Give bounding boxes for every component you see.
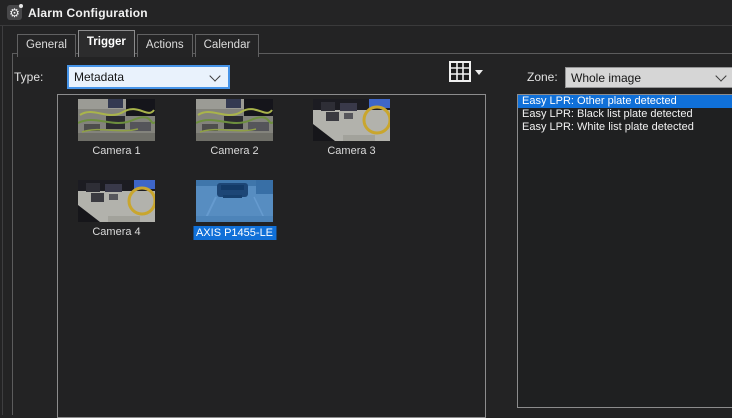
- thumbnail-view-button[interactable]: [449, 59, 486, 83]
- chevron-down-icon: [715, 70, 726, 81]
- zone-dropdown[interactable]: Whole image: [565, 67, 732, 88]
- type-dropdown[interactable]: Metadata: [67, 65, 230, 89]
- axis-p1455-le-thumbnail[interactable]: [196, 180, 273, 222]
- camera-selection-panel: [57, 94, 486, 418]
- event-list-item[interactable]: Easy LPR: Other plate detected: [518, 95, 732, 108]
- tab-trigger[interactable]: Trigger: [78, 30, 135, 57]
- window-left-edge: [2, 0, 3, 415]
- selection-overlay: [196, 180, 273, 222]
- camera-label: Camera 2: [210, 145, 258, 157]
- tab-general[interactable]: General: [17, 34, 76, 57]
- zone-label: Zone:: [527, 70, 558, 84]
- type-label: Type:: [14, 70, 43, 84]
- camera-item-4[interactable]: Camera 4: [78, 180, 155, 222]
- camera-4-thumbnail[interactable]: [78, 180, 155, 222]
- alarm-configuration-window: { "window": { "title": "Alarm Configurat…: [0, 0, 732, 415]
- camera-2-thumbnail[interactable]: [196, 99, 273, 141]
- tab-page-border-left: [12, 53, 13, 415]
- tab-actions[interactable]: Actions: [137, 34, 193, 57]
- camera-item-2[interactable]: Camera 2: [196, 99, 273, 141]
- dropdown-arrow-icon: [475, 70, 483, 75]
- event-list-item[interactable]: Easy LPR: Black list plate detected: [518, 108, 732, 121]
- tab-calendar[interactable]: Calendar: [195, 34, 260, 57]
- window-title: Alarm Configuration: [28, 6, 148, 20]
- chevron-down-icon: [209, 70, 220, 81]
- tab-bar: General Trigger Actions Calendar: [17, 30, 261, 57]
- event-list-item[interactable]: Easy LPR: White list plate detected: [518, 121, 732, 134]
- window-titlebar: ⚙ Alarm Configuration: [0, 0, 732, 26]
- camera-1-thumbnail[interactable]: [78, 99, 155, 141]
- grid-view-icon: [449, 61, 471, 82]
- gear-icon: ⚙: [7, 5, 22, 20]
- camera-label: Camera 1: [92, 145, 140, 157]
- gear-glyph: ⚙: [9, 7, 20, 19]
- camera-label-selected: AXIS P1455-LE: [193, 226, 276, 240]
- camera-3-thumbnail[interactable]: [313, 99, 390, 141]
- zone-dropdown-value: Whole image: [571, 71, 641, 85]
- camera-label: Camera 4: [92, 226, 140, 238]
- event-list[interactable]: Easy LPR: Other plate detected Easy LPR:…: [517, 94, 732, 408]
- gear-dot: [19, 4, 23, 8]
- camera-item-1[interactable]: Camera 1: [78, 99, 155, 141]
- camera-item-axis-p1455-le[interactable]: AXIS P1455-LE: [196, 180, 273, 222]
- type-dropdown-value: Metadata: [74, 70, 124, 84]
- camera-item-3[interactable]: Camera 3: [313, 99, 390, 141]
- camera-label: Camera 3: [327, 145, 375, 157]
